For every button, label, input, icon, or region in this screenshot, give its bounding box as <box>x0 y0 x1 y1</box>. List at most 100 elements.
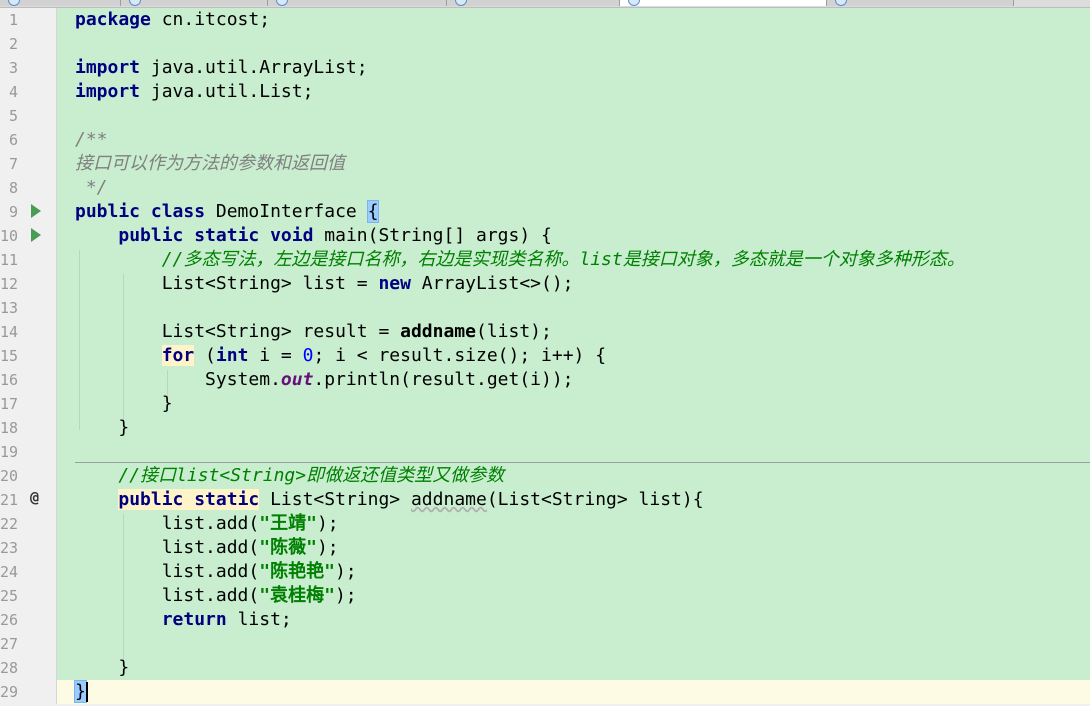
code-line-7: 接口可以作为方法的参数和返回值 <box>75 153 345 174</box>
keyword: package <box>75 9 151 30</box>
keyword: public static void <box>118 225 314 246</box>
file-tab-icon <box>129 0 141 6</box>
string-literal: "陈薇" <box>259 537 317 558</box>
line-number: 9 <box>8 203 18 221</box>
line-number: 24 <box>0 563 19 581</box>
code-text: ( <box>194 345 216 366</box>
string-literal: "王靖" <box>259 513 317 534</box>
code-line-4: import java.util.List; <box>75 80 965 104</box>
editor-tab[interactable] <box>0 0 121 6</box>
code-line-3: import java.util.ArrayList; <box>75 56 965 80</box>
line-number: 29 <box>0 683 19 701</box>
class-name: DemoInterface <box>205 201 368 222</box>
editor-tab[interactable] <box>268 0 447 6</box>
line-number: 10 <box>0 227 19 245</box>
line-number: 25 <box>0 587 19 605</box>
method-name: addname <box>410 489 487 510</box>
code-line-14: List<String> result = addname(list); <box>75 320 965 344</box>
editor-tab[interactable] <box>447 0 620 6</box>
code-line-28: } <box>75 656 965 680</box>
line-number: 8 <box>8 179 18 197</box>
line-number: 13 <box>0 299 19 317</box>
line-number: 12 <box>0 275 19 293</box>
code-text: i = <box>248 345 303 366</box>
editor-tab-active[interactable] <box>620 0 827 6</box>
matched-brace: } <box>74 680 87 703</box>
keyword: import <box>75 81 141 102</box>
string-literal: "陈艳艳" <box>259 561 335 582</box>
code-text: } <box>118 657 130 678</box>
line-number: 5 <box>8 107 18 125</box>
line-number: 11 <box>0 251 19 269</box>
keyword: return <box>161 609 227 630</box>
code-line-8: */ <box>75 177 108 198</box>
keyword: for <box>161 345 195 366</box>
keyword: public static <box>118 489 260 510</box>
number-literal: 0 <box>302 345 314 366</box>
code-text: ); <box>334 561 357 582</box>
code-text: ); <box>316 537 339 558</box>
code-text: list.add( <box>161 537 260 558</box>
code-text: ArrayList<>(); <box>410 273 574 294</box>
code-line-9: public class DemoInterface { <box>75 200 965 224</box>
code-line-11: //多态写法，左边是接口名称，右边是实现类名称。list是接口对象，多态就是一个… <box>75 248 965 272</box>
line-number: 17 <box>0 395 19 413</box>
override-icon[interactable]: @ <box>30 488 39 506</box>
run-main-icon[interactable] <box>31 228 41 242</box>
code-area[interactable]: package cn.itcost; import java.util.Arra… <box>74 8 965 704</box>
code-line-10: public static void main(String[] args) { <box>75 224 965 248</box>
code-text: System. <box>205 369 281 390</box>
code-text: List<String> list = <box>161 273 379 294</box>
editor-tab[interactable] <box>827 0 1014 6</box>
line-number: 26 <box>0 611 19 629</box>
code-text: } <box>161 393 173 414</box>
editor-tab-strip <box>0 0 1090 8</box>
run-class-icon[interactable] <box>31 204 41 218</box>
line-number: 7 <box>8 155 18 173</box>
line-number: 4 <box>8 83 18 101</box>
code-line-16: System.out.println(result.get(i)); <box>75 368 965 392</box>
code-text: .println(result.get(i)); <box>313 369 574 390</box>
code-line-20: //接口list<String>即做返还值类型又做参数 <box>75 464 965 488</box>
line-number: 6 <box>8 131 18 149</box>
editor-tab[interactable] <box>121 0 268 6</box>
file-tab-icon <box>276 0 288 6</box>
line-number: 19 <box>0 443 19 461</box>
file-tab-icon <box>8 0 20 6</box>
line-number: 1 <box>8 11 18 29</box>
matched-brace: { <box>366 200 380 223</box>
code-line-24: list.add("陈艳艳"); <box>75 560 965 584</box>
file-tab-icon <box>835 0 847 6</box>
line-number: 3 <box>8 59 18 77</box>
code-text: java.util.List; <box>140 81 314 102</box>
code-line-23: list.add("陈薇"); <box>75 536 965 560</box>
code-line-17: } <box>75 392 965 416</box>
line-number: 27 <box>0 635 19 653</box>
code-text: ; i < result.size(); i++) { <box>313 345 607 366</box>
code-line-26: return list; <box>75 608 965 632</box>
code-text: List<String> result = <box>161 321 401 342</box>
code-text: main(String[] args) { <box>313 225 552 246</box>
keyword: new <box>378 273 411 294</box>
comment: //接口list<String>即做返还值类型又做参数 <box>118 465 505 486</box>
line-numbers: 1 2 3 4 5 6 7 8 9 10 11 12 13 14 15 16 1… <box>0 8 22 704</box>
code-line-18: } <box>75 416 965 440</box>
keyword: import <box>75 57 141 78</box>
keyword: public class <box>75 201 206 222</box>
code-text: list.add( <box>161 513 260 534</box>
code-text: } <box>118 417 130 438</box>
code-line-15: for (int i = 0; i < result.size(); i++) … <box>75 344 965 368</box>
code-line-6: /** <box>75 129 108 150</box>
keyword: int <box>215 345 249 366</box>
line-number: 28 <box>0 659 19 677</box>
line-number: 20 <box>0 467 19 485</box>
line-number: 22 <box>0 515 19 533</box>
code-text: java.util.ArrayList; <box>140 57 368 78</box>
line-number: 2 <box>8 35 18 53</box>
file-tab-icon <box>455 0 467 6</box>
